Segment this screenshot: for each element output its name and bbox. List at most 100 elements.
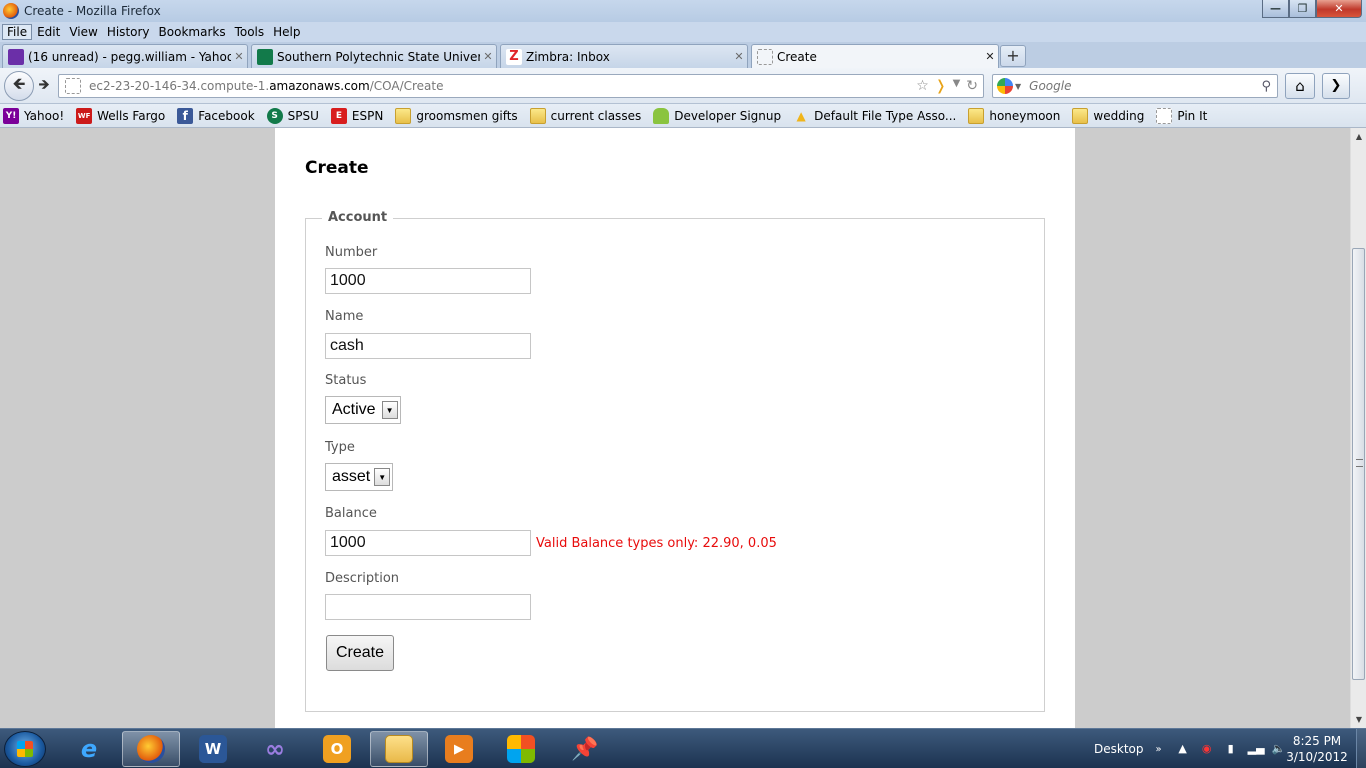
bookmark-espn[interactable]: E ESPN — [330, 107, 383, 124]
windows-taskbar: e W ∞ O ▶ 📌 Desktop » ▲ ◉ ▮ ▂▄ 🔈 8:25 PM… — [0, 728, 1366, 768]
espn-icon: E — [330, 107, 347, 124]
site-identity-icon[interactable] — [65, 78, 81, 94]
bookmark-yahoo[interactable]: Y! Yahoo! — [3, 107, 64, 124]
bookmark-pin-it[interactable]: Pin It — [1156, 107, 1207, 124]
close-tab-icon[interactable]: ✕ — [480, 50, 496, 63]
menu-history[interactable]: History — [103, 25, 154, 39]
taskbar-media-player[interactable]: ▶ — [430, 731, 488, 767]
reload-icon[interactable]: ↻ — [966, 78, 978, 94]
create-button[interactable]: Create — [326, 635, 394, 671]
url-bar[interactable]: ec2-23-20-146-34.compute-1.amazonaws.com… — [58, 74, 984, 98]
pushpin-icon: 📌 — [571, 736, 599, 762]
taskbar-windows-live[interactable] — [492, 731, 550, 767]
tab-zimbra[interactable]: Z Zimbra: Inbox ✕ — [500, 44, 748, 68]
show-hidden-icons-icon[interactable]: ▲ — [1176, 742, 1190, 756]
balance-input[interactable]: 1000 — [325, 530, 531, 556]
menu-view[interactable]: View — [65, 25, 101, 39]
menu-bookmarks[interactable]: Bookmarks — [155, 25, 230, 39]
type-select[interactable]: asset ▼ — [325, 463, 394, 491]
show-desktop-button[interactable] — [1356, 729, 1366, 768]
tab-yahoo-mail[interactable]: (16 unread) - pegg.william - Yahoo! ... … — [2, 44, 248, 68]
taskbar-word[interactable]: W — [184, 731, 242, 767]
tab-label: Create — [777, 49, 817, 64]
feed-icon[interactable]: ❭ — [935, 78, 947, 94]
system-clock[interactable]: 8:25 PM 3/10/2012 — [1282, 733, 1352, 765]
bookmark-star-icon[interactable]: ☆ — [916, 78, 929, 94]
bookmark-default-file-type[interactable]: ▲ Default File Type Asso... — [793, 108, 957, 124]
close-tab-icon[interactable]: ✕ — [231, 50, 247, 63]
minimize-button[interactable]: — — [1262, 0, 1289, 18]
back-button[interactable]: 🡸 — [4, 71, 34, 101]
facebook-icon: f — [177, 107, 194, 124]
vertical-scrollbar[interactable]: ▲ ▼ — [1350, 128, 1366, 728]
taskbar-internet-explorer[interactable]: e — [60, 731, 118, 767]
bookmark-honeymoon[interactable]: honeymoon — [968, 107, 1060, 124]
battery-icon[interactable]: ▮ — [1224, 742, 1238, 756]
bookmark-facebook[interactable]: f Facebook — [177, 107, 255, 124]
menu-tools[interactable]: Tools — [231, 25, 269, 39]
dropdown-arrow-icon[interactable]: ▼ — [381, 401, 398, 419]
close-tab-icon[interactable]: ✕ — [731, 50, 747, 63]
history-dropdown-icon[interactable]: ▼ — [953, 78, 961, 94]
infinity-icon: ∞ — [265, 735, 285, 763]
scrollbar-thumb[interactable] — [1352, 248, 1365, 680]
bookmarks-toolbar: Y! Yahoo! WF Wells Fargo f Facebook S SPSU E… — [0, 104, 1366, 128]
toolbar-overflow-button[interactable]: ❯ — [1322, 73, 1350, 99]
google-icon[interactable] — [997, 78, 1013, 94]
maximize-button[interactable]: ❐ — [1289, 0, 1316, 18]
number-label: Number — [325, 245, 378, 260]
taskbar-visual-studio[interactable]: ∞ — [246, 731, 304, 767]
dropdown-arrow-icon[interactable]: ▼ — [374, 468, 391, 486]
name-input[interactable]: cash — [325, 333, 531, 359]
menu-file[interactable]: File — [2, 24, 33, 40]
word-icon: W — [199, 735, 227, 763]
folder-icon — [385, 735, 413, 763]
windows-logo-icon — [17, 741, 33, 757]
tab-spsu[interactable]: Southern Polytechnic State University...… — [251, 44, 497, 68]
close-tab-icon[interactable]: ✕ — [982, 50, 998, 63]
taskbar-outlook[interactable]: O — [308, 731, 366, 767]
double-chevron-icon[interactable]: » — [1156, 744, 1162, 755]
network-signal-icon[interactable]: ▂▄ — [1248, 742, 1265, 756]
status-selected-value: Active — [332, 401, 376, 418]
page-viewport: Create Account Number 1000 Name cash Sta… — [0, 128, 1350, 728]
scroll-up-arrow-icon[interactable]: ▲ — [1351, 128, 1366, 145]
taskbar-firefox[interactable] — [122, 731, 180, 767]
status-select[interactable]: Active ▼ — [325, 396, 401, 424]
desktop-toolbar-label[interactable]: Desktop — [1094, 742, 1144, 756]
scroll-down-arrow-icon[interactable]: ▼ — [1351, 711, 1366, 728]
description-input[interactable] — [325, 594, 531, 620]
yahoo-mail-icon — [8, 48, 24, 65]
antivirus-icon[interactable]: ◉ — [1200, 742, 1214, 756]
search-engine-dropdown-icon[interactable]: ▼ — [1015, 82, 1021, 91]
bookmark-wells-fargo[interactable]: WF Wells Fargo — [76, 107, 165, 124]
tab-label: Southern Polytechnic State University... — [277, 49, 480, 64]
url-text[interactable]: ec2-23-20-146-34.compute-1.amazonaws.com… — [89, 79, 916, 93]
menu-help[interactable]: Help — [269, 25, 304, 39]
tab-create[interactable]: Create ✕ — [751, 44, 999, 68]
close-window-button[interactable]: ✕ — [1316, 0, 1362, 18]
name-label: Name — [325, 309, 364, 324]
new-tab-button[interactable]: + — [1000, 45, 1026, 67]
type-selected-value: asset — [332, 468, 371, 485]
start-button[interactable] — [4, 731, 46, 767]
internet-explorer-icon: e — [80, 735, 98, 763]
bookmark-groomsmen-gifts[interactable]: groomsmen gifts — [395, 107, 518, 124]
search-icon[interactable]: ⚲ — [1261, 79, 1271, 94]
bookmark-current-classes[interactable]: current classes — [529, 107, 641, 124]
bookmark-wedding[interactable]: wedding — [1072, 107, 1144, 124]
taskbar-explorer[interactable] — [370, 731, 428, 767]
number-input[interactable]: 1000 — [325, 268, 531, 294]
folder-icon — [529, 107, 546, 124]
menu-edit[interactable]: Edit — [33, 25, 64, 39]
status-label: Status — [325, 373, 367, 388]
bookmark-spsu[interactable]: S SPSU — [266, 107, 319, 124]
spsu-icon: S — [266, 107, 283, 124]
home-button[interactable]: ⌂ — [1285, 73, 1315, 99]
forward-button[interactable]: 🡺 — [34, 75, 54, 97]
bookmark-developer-signup[interactable]: Developer Signup — [653, 107, 781, 124]
taskbar-sticky-pin[interactable]: 📌 — [556, 731, 614, 767]
window-title-bar: Create - Mozilla Firefox — ❐ ✕ — [0, 0, 1366, 22]
folder-icon — [1072, 107, 1089, 124]
search-input[interactable] — [1029, 79, 1262, 93]
